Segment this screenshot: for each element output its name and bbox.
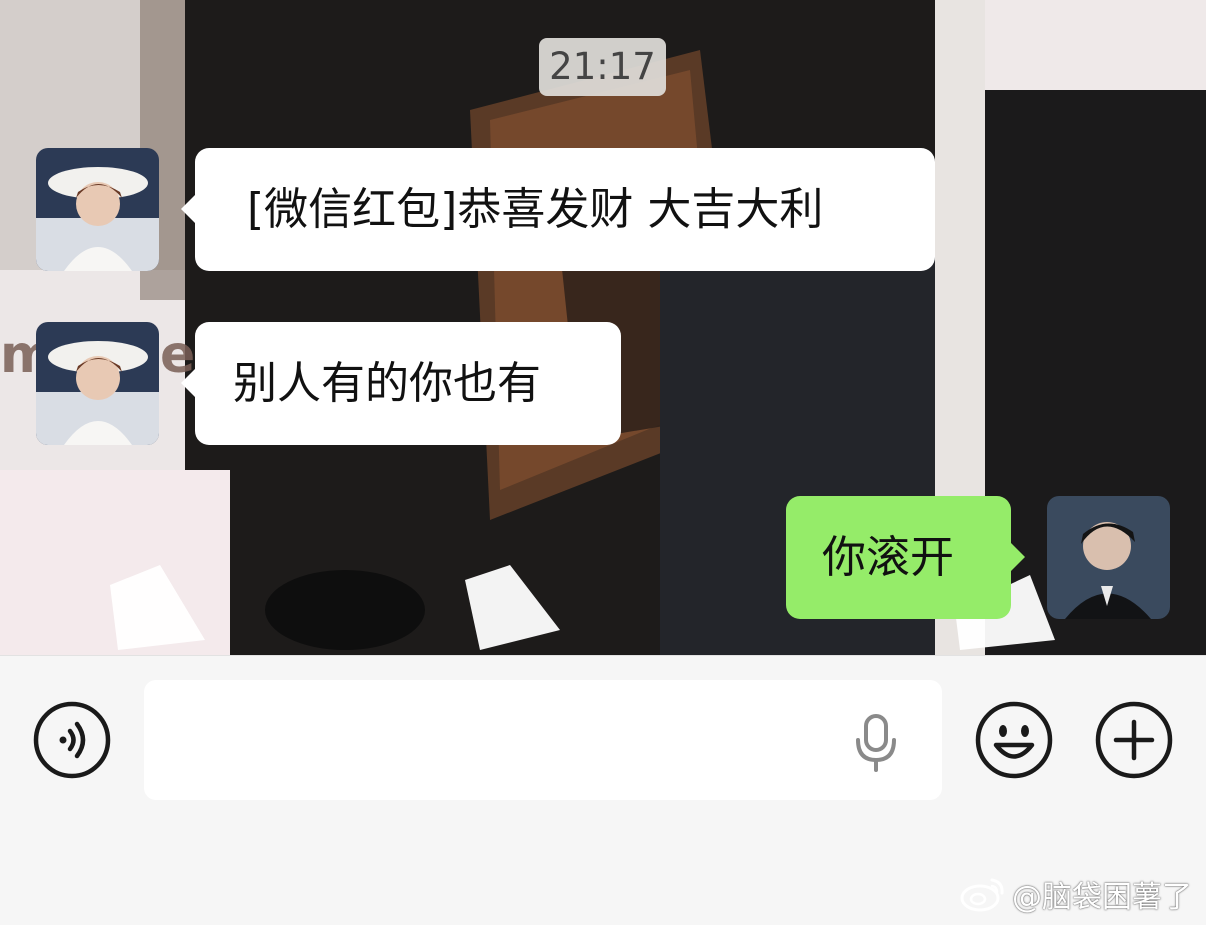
self-avatar-image	[1047, 496, 1170, 619]
message-text: 你滚开	[822, 532, 954, 583]
emoji-icon[interactable]	[974, 700, 1054, 780]
message-text: 别人有的你也有	[233, 358, 541, 409]
weibo-logo-icon	[960, 878, 1004, 912]
incoming-message-bubble[interactable]: 别人有的你也有	[181, 322, 621, 445]
message-input[interactable]	[144, 680, 942, 800]
outgoing-message-bubble[interactable]: 你滚开	[786, 496, 1025, 619]
incoming-message-bubble[interactable]: [微信红包]恭喜发财 大吉大利	[181, 148, 935, 271]
plus-icon[interactable]	[1094, 700, 1174, 780]
message-text: [微信红包]恭喜发财 大吉大利	[247, 184, 824, 235]
voice-mode-icon[interactable]	[32, 700, 112, 780]
contact-avatar-image	[36, 148, 159, 271]
chat-area[interactable]: m e 21:17 [微信红包]恭喜发财 大吉大利 别人有的你也有 你滚开	[0, 0, 1206, 655]
contact-avatar[interactable]	[36, 322, 159, 445]
watermark-text: @脑袋困薯了	[1012, 880, 1192, 915]
message-timestamp: 21:17	[539, 38, 666, 96]
contact-avatar[interactable]	[36, 148, 159, 271]
contact-avatar-image	[36, 322, 159, 445]
self-avatar[interactable]	[1047, 496, 1170, 619]
microphone-icon[interactable]	[852, 714, 900, 772]
watermark: @脑袋困薯了	[960, 873, 1192, 915]
